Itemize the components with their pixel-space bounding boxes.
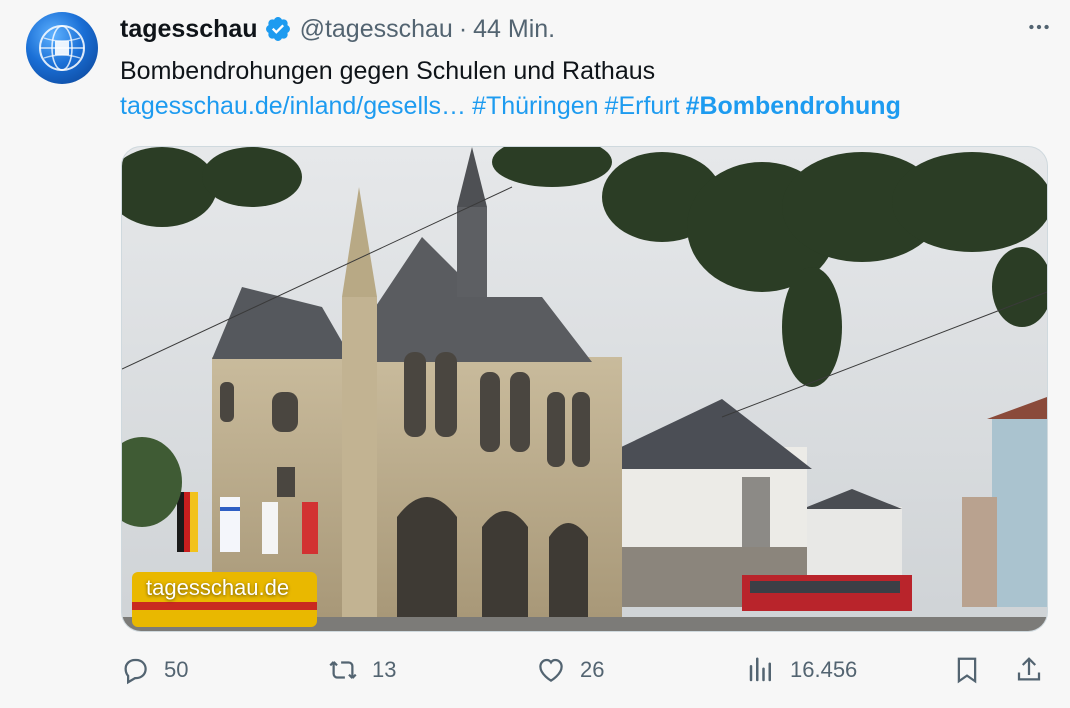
more-button[interactable] xyxy=(1022,10,1056,44)
like-count: 26 xyxy=(580,657,605,682)
reply-count: 50 xyxy=(164,657,189,682)
reply-button[interactable]: 50 xyxy=(120,648,188,692)
display-name[interactable]: tagesschau xyxy=(120,15,258,44)
views-button[interactable]: 16.456 xyxy=(746,648,857,692)
share-button[interactable] xyxy=(1014,648,1058,692)
repost-count: 13 xyxy=(372,657,397,682)
verified-badge-icon xyxy=(265,17,290,41)
view-count: 16.456 xyxy=(790,657,858,682)
bookmark-button[interactable] xyxy=(952,648,996,692)
share-icon xyxy=(1017,657,1041,681)
like-button[interactable]: 26 xyxy=(536,648,604,692)
reply-icon xyxy=(124,658,147,685)
tweet-links: tagesschau.de/inland/gesells… #Thüringen #… xyxy=(120,89,1030,124)
hashtag-bombendrohung[interactable]: #Bombendrohung xyxy=(686,92,901,120)
repost-button[interactable]: 13 xyxy=(328,648,396,692)
tweet-media[interactable]: tagesschau.de xyxy=(121,146,1048,632)
repost-icon xyxy=(329,661,357,679)
timestamp[interactable]: 44 Min. xyxy=(473,15,555,44)
hashtag-thueringen[interactable]: #Thüringen xyxy=(472,92,598,120)
media-watermark: tagesschau.de xyxy=(146,575,290,600)
town-hall-photo xyxy=(122,147,1047,631)
separator: · xyxy=(458,14,468,43)
bookmark-icon xyxy=(957,657,977,684)
article-link[interactable]: tagesschau.de/inland/gesells… xyxy=(120,92,466,120)
handle[interactable]: @tagesschau xyxy=(300,15,453,44)
heart-icon xyxy=(539,658,563,682)
tagesschau-logo-icon xyxy=(39,25,85,71)
avatar[interactable] xyxy=(26,12,98,84)
more-icon xyxy=(1029,24,1049,30)
tweet-text: Bombendrohungen gegen Schulen und Rathau… xyxy=(120,54,1030,124)
tweet-actions: 50 13 26 16.456 xyxy=(120,648,1050,692)
tweet-header: tagesschau @tagesschau · 44 Min. xyxy=(120,12,1050,46)
views-icon xyxy=(749,657,771,682)
hashtag-erfurt[interactable]: #Erfurt xyxy=(605,92,680,120)
tweet-headline: Bombendrohungen gegen Schulen und Rathau… xyxy=(120,57,656,85)
